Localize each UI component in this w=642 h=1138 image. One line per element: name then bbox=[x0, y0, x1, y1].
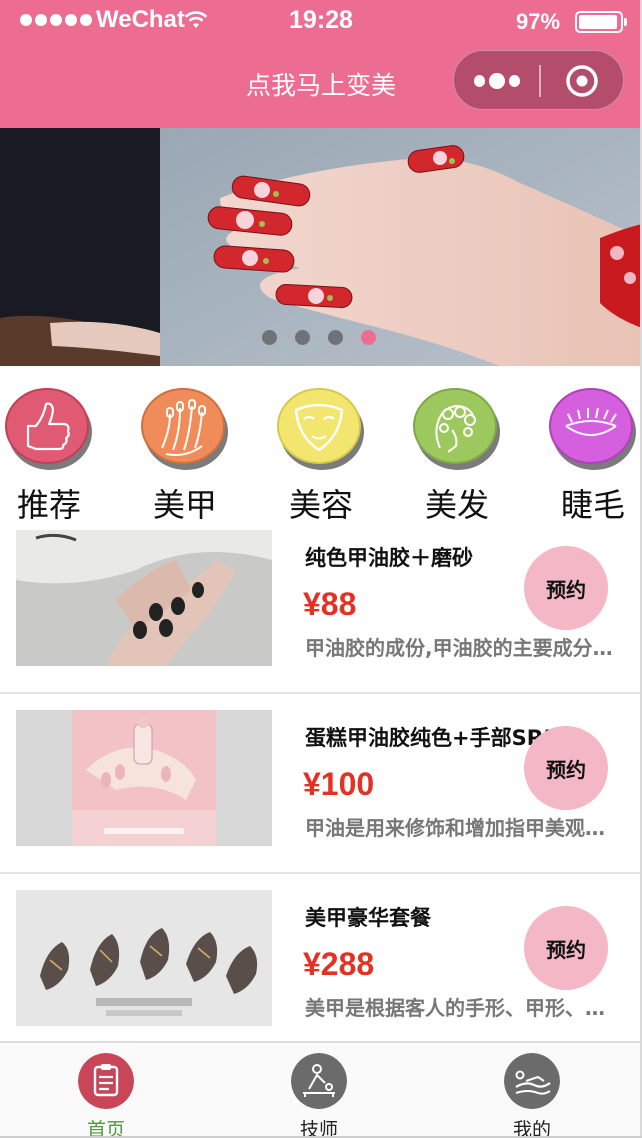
tab-profile[interactable]: 我的 bbox=[472, 1043, 592, 1138]
book-button[interactable]: 预约 bbox=[524, 726, 608, 810]
curly-hair-icon bbox=[413, 388, 500, 470]
product-image bbox=[16, 530, 272, 666]
category-nav: 推荐 美甲 美容 美发 睫毛 bbox=[0, 378, 642, 524]
product-description: 美甲是根据客人的手形、甲形、肤… bbox=[305, 996, 621, 1020]
clipboard-icon bbox=[78, 1053, 134, 1109]
book-button[interactable]: 预约 bbox=[524, 546, 608, 630]
more-dots-icon[interactable] bbox=[474, 72, 521, 90]
banner-dot[interactable] bbox=[295, 330, 310, 345]
tab-label: 首页 bbox=[86, 1119, 125, 1138]
product-price: ¥100 bbox=[303, 766, 375, 802]
category-nails[interactable]: 美甲 bbox=[137, 378, 237, 524]
product-name: 纯色甲油胶＋磨砂 bbox=[305, 546, 473, 570]
product-description: 甲油是用来修饰和增加指甲美观的… bbox=[305, 816, 621, 840]
tab-technician[interactable]: 技师 bbox=[259, 1043, 379, 1138]
battery-percent: 97% bbox=[516, 9, 561, 34]
mini-program-capsule bbox=[453, 50, 624, 110]
nail-hand-icon bbox=[141, 388, 228, 470]
book-button[interactable]: 预约 bbox=[524, 906, 608, 990]
product-price: ¥88 bbox=[303, 586, 357, 622]
product-image bbox=[16, 710, 272, 846]
product-name: 蛋糕甲油胶纯色+手部SPA bbox=[305, 726, 557, 750]
category-recommend[interactable]: 推荐 bbox=[1, 378, 101, 524]
massage-icon bbox=[291, 1053, 347, 1109]
banner-dot[interactable] bbox=[328, 330, 343, 345]
category-hair[interactable]: 美发 bbox=[409, 378, 509, 524]
category-beauty[interactable]: 美容 bbox=[273, 378, 373, 524]
face-mask-icon bbox=[277, 388, 364, 470]
tab-label: 我的 bbox=[512, 1119, 551, 1138]
product-item[interactable]: 纯色甲油胶＋磨砂 ¥88 甲油胶的成份,甲油胶的主要成分是… 预约 bbox=[0, 514, 642, 694]
product-description: 甲油胶的成份,甲油胶的主要成分是… bbox=[305, 636, 621, 660]
thumbs-up-icon bbox=[5, 388, 92, 470]
eyelash-icon bbox=[549, 388, 636, 470]
product-price: ¥288 bbox=[303, 946, 375, 982]
tab-bar: 首页 技师 我的 bbox=[0, 1041, 642, 1138]
banner-dot[interactable] bbox=[262, 330, 277, 345]
tab-home[interactable]: 首页 bbox=[46, 1043, 166, 1138]
target-close-icon[interactable] bbox=[564, 63, 600, 99]
product-name: 美甲豪华套餐 bbox=[305, 906, 431, 930]
tab-label: 技师 bbox=[299, 1119, 338, 1138]
product-item[interactable]: 美甲豪华套餐 ¥288 美甲是根据客人的手形、甲形、肤… 预约 bbox=[0, 874, 642, 1054]
lounge-icon bbox=[504, 1053, 560, 1109]
battery-icon bbox=[575, 11, 627, 33]
banner-dot-active[interactable] bbox=[361, 330, 376, 345]
header: WeChat 19:28 97% 点我马上变美 bbox=[0, 0, 642, 128]
product-item[interactable]: 蛋糕甲油胶纯色+手部SPA ¥100 甲油是用来修饰和增加指甲美观的… 预约 bbox=[0, 694, 642, 874]
banner-carousel[interactable] bbox=[0, 128, 642, 366]
status-bar: WeChat 19:28 97% bbox=[0, 0, 642, 44]
category-lashes[interactable]: 睫毛 bbox=[545, 378, 642, 524]
banner-indicator bbox=[262, 330, 376, 345]
capsule-divider bbox=[539, 65, 541, 97]
product-image bbox=[16, 890, 272, 1026]
